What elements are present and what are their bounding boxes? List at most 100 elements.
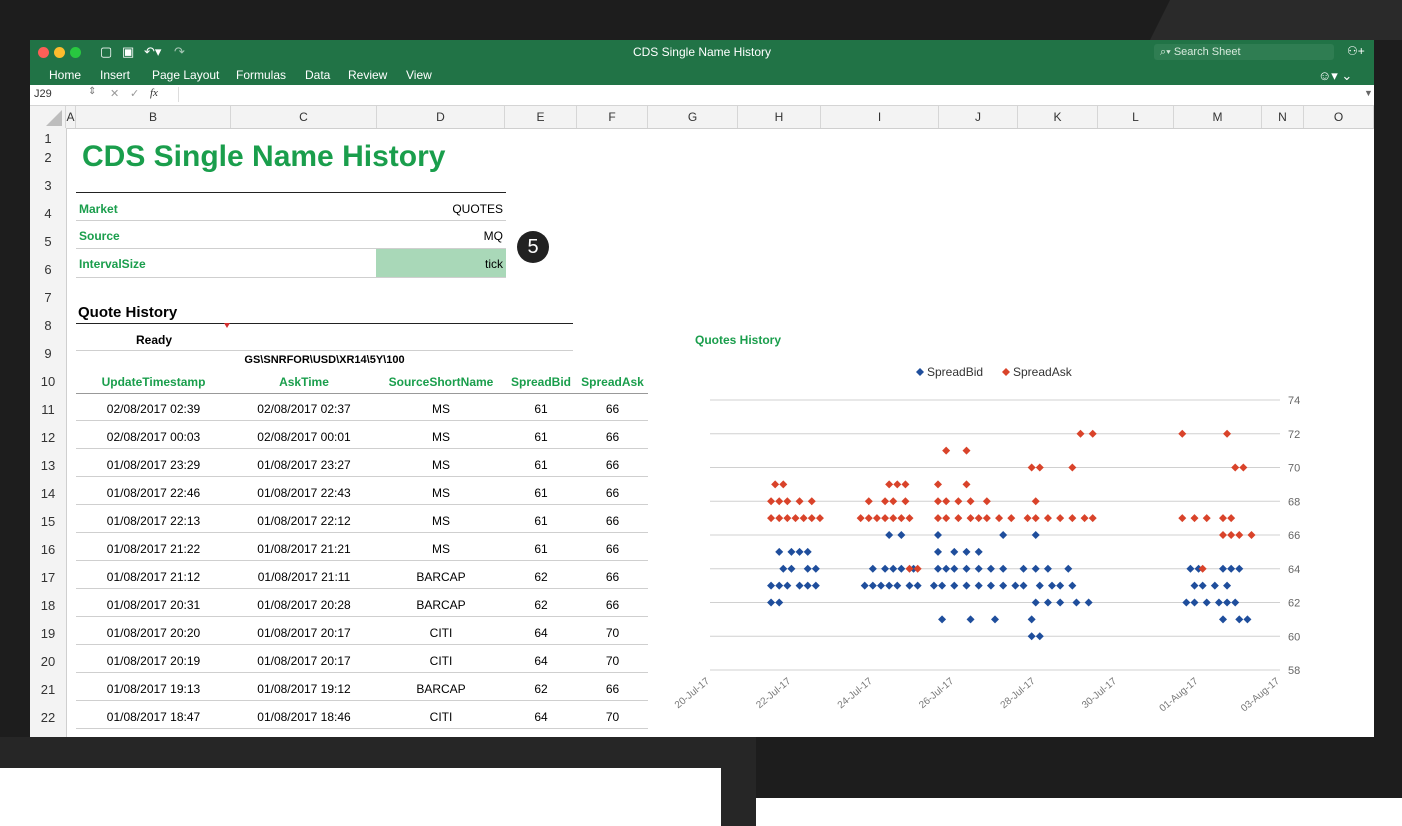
table-cell[interactable]: 66 [577,430,648,444]
function-icon[interactable]: fx [150,87,158,99]
table-cell[interactable]: 64 [505,710,577,724]
column-header-o[interactable]: O [1304,106,1374,128]
column-header-b[interactable]: B [76,106,231,128]
tab-page-layout[interactable]: Page Layout [152,68,219,82]
tab-formulas[interactable]: Formulas [236,68,286,82]
table-cell[interactable]: MS [377,458,505,472]
row-header-14[interactable]: 14 [30,480,66,508]
table-cell[interactable]: 66 [577,486,648,500]
table-cell[interactable]: MS [377,514,505,528]
row-header-8[interactable]: 8 [30,312,66,340]
table-header-update-timestamp[interactable]: UpdateTimestamp [76,375,231,389]
formula-input[interactable] [178,87,1364,102]
table-cell[interactable]: 64 [505,654,577,668]
table-cell[interactable]: 62 [505,598,577,612]
row-header-16[interactable]: 16 [30,536,66,564]
param-value-source[interactable]: MQ [406,229,503,243]
table-header-ask-time[interactable]: AskTime [231,375,377,389]
table-cell[interactable]: 61 [505,542,577,556]
table-cell[interactable]: 01/08/2017 21:21 [231,542,377,556]
confirm-icon[interactable]: ✓ [130,87,139,100]
row-header-4[interactable]: 4 [30,200,66,228]
row-header-17[interactable]: 17 [30,564,66,592]
row-header-19[interactable]: 19 [30,620,66,648]
tab-insert[interactable]: Insert [100,68,130,82]
row-header-11[interactable]: 11 [30,396,66,424]
table-cell[interactable]: 01/08/2017 20:28 [231,598,377,612]
param-value-interval-size[interactable]: tick [406,257,503,271]
table-cell[interactable]: 01/08/2017 23:29 [76,458,231,472]
row-header-22[interactable]: 22 [30,704,66,732]
table-cell[interactable]: 66 [577,514,648,528]
table-cell[interactable]: BARCAP [377,598,505,612]
table-cell[interactable]: 61 [505,402,577,416]
expand-formula-icon[interactable]: ▼ [1364,88,1373,98]
table-cell[interactable]: MS [377,542,505,556]
column-header-l[interactable]: L [1098,106,1174,128]
table-cell[interactable]: 01/08/2017 21:22 [76,542,231,556]
row-header-5[interactable]: 5 [30,228,66,256]
column-header-e[interactable]: E [505,106,577,128]
table-cell[interactable]: 61 [505,514,577,528]
table-cell[interactable]: 66 [577,542,648,556]
table-cell[interactable]: 02/08/2017 02:39 [76,402,231,416]
table-cell[interactable]: 70 [577,710,648,724]
table-cell[interactable]: 01/08/2017 21:11 [231,570,377,584]
table-cell[interactable]: BARCAP [377,570,505,584]
column-header-g[interactable]: G [648,106,738,128]
table-cell[interactable]: 61 [505,486,577,500]
row-header-7[interactable]: 7 [30,284,66,312]
table-cell[interactable]: 62 [505,570,577,584]
column-header-j[interactable]: J [939,106,1018,128]
table-cell[interactable]: 66 [577,570,648,584]
table-cell[interactable]: 61 [505,430,577,444]
row-header-9[interactable]: 9 [30,340,66,368]
param-value-market[interactable]: QUOTES [406,202,503,216]
table-header-spread-ask[interactable]: SpreadAsk [577,375,648,389]
table-header-source-short-name[interactable]: SourceShortName [377,375,505,389]
table-cell[interactable]: 01/08/2017 22:12 [231,514,377,528]
table-cell[interactable]: 02/08/2017 00:01 [231,430,377,444]
feedback-smiley-icon[interactable]: ☺▾ ⌄ [1318,68,1352,84]
table-cell[interactable]: 70 [577,626,648,640]
table-cell[interactable]: 01/08/2017 19:13 [76,682,231,696]
row-header-10[interactable]: 10 [30,368,66,396]
table-cell[interactable]: 01/08/2017 20:19 [76,654,231,668]
row-header-15[interactable]: 15 [30,508,66,536]
table-cell[interactable]: MS [377,402,505,416]
table-header-spread-bid[interactable]: SpreadBid [505,375,577,389]
table-cell[interactable]: 02/08/2017 00:03 [76,430,231,444]
column-header-n[interactable]: N [1262,106,1304,128]
table-cell[interactable]: CITI [377,654,505,668]
row-header-20[interactable]: 20 [30,648,66,676]
table-cell[interactable]: 01/08/2017 18:46 [231,710,377,724]
table-cell[interactable]: CITI [377,626,505,640]
table-cell[interactable]: MS [377,486,505,500]
name-box[interactable]: J29 [34,88,52,100]
column-header-h[interactable]: H [738,106,821,128]
name-box-stepper-icon[interactable]: ⇕ [88,86,96,97]
column-header-m[interactable]: M [1174,106,1262,128]
column-header-i[interactable]: I [821,106,939,128]
column-header-d[interactable]: D [377,106,505,128]
table-cell[interactable]: 01/08/2017 22:43 [231,486,377,500]
table-cell[interactable]: 70 [577,654,648,668]
table-cell[interactable]: 01/08/2017 18:47 [76,710,231,724]
row-header-12[interactable]: 12 [30,424,66,452]
table-cell[interactable]: MS [377,430,505,444]
column-header-c[interactable]: C [231,106,377,128]
table-cell[interactable]: 01/08/2017 20:17 [231,626,377,640]
column-header-k[interactable]: K [1018,106,1098,128]
comment-indicator-icon[interactable] [224,323,232,329]
table-cell[interactable]: 64 [505,626,577,640]
table-cell[interactable]: 01/08/2017 20:31 [76,598,231,612]
row-header-2[interactable]: 2 [30,144,66,172]
table-cell[interactable]: 01/08/2017 20:17 [231,654,377,668]
tab-data[interactable]: Data [305,68,330,82]
table-cell[interactable]: 62 [505,682,577,696]
table-cell[interactable]: 01/08/2017 19:12 [231,682,377,696]
table-cell[interactable]: 66 [577,458,648,472]
row-header-3[interactable]: 3 [30,172,66,200]
row-header-21[interactable]: 21 [30,676,66,704]
table-cell[interactable]: 02/08/2017 02:37 [231,402,377,416]
